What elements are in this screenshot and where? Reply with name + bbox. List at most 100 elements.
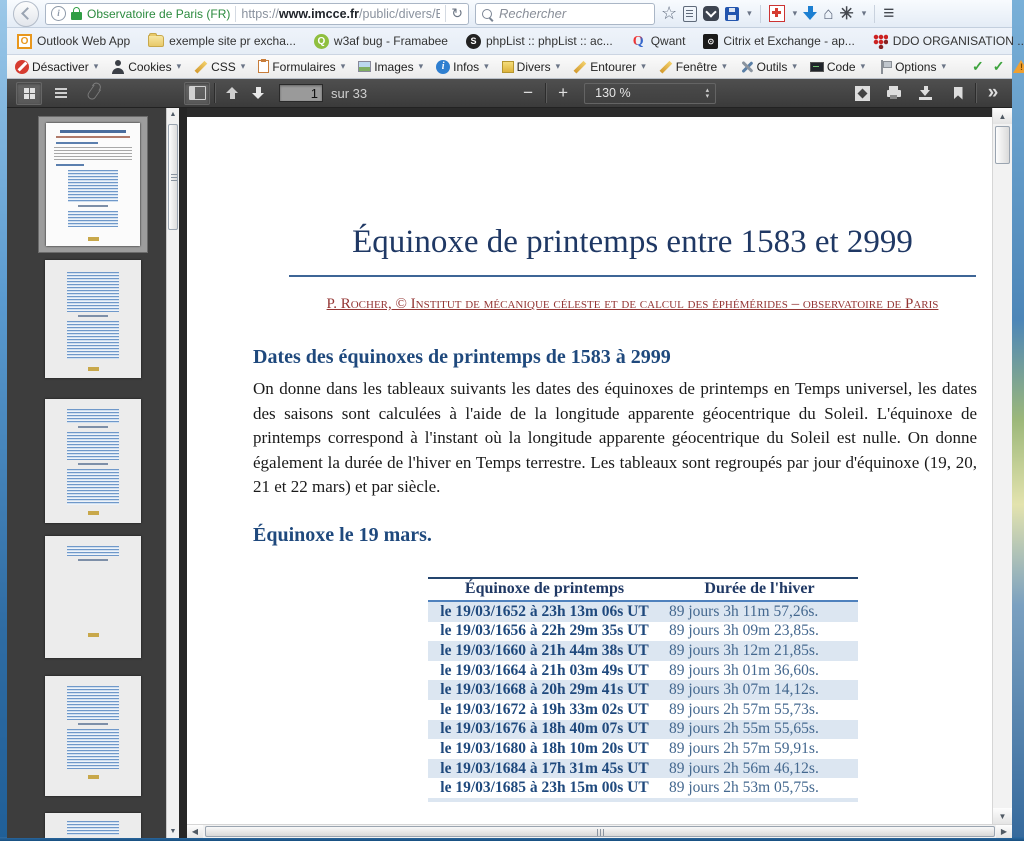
thumbnail-page-4[interactable] bbox=[45, 536, 141, 658]
bookmark-button[interactable] bbox=[945, 82, 971, 105]
pocket-button[interactable] bbox=[703, 2, 719, 26]
thumbnails-grid-icon bbox=[24, 88, 35, 99]
bookmarks-toolbar: OOutlook Web App exemple site pr excha..… bbox=[7, 28, 1012, 55]
devbar-images[interactable]: Images▾ bbox=[358, 60, 423, 74]
chevron-down-icon: ▾ bbox=[556, 61, 561, 72]
devbar-infos[interactable]: iInfos▾ bbox=[436, 60, 489, 74]
vertical-scrollbar[interactable]: ▲ ▼ bbox=[992, 108, 1012, 824]
table-row: le 19/03/1660 à 21h 44m 38s UT89 jours 3… bbox=[428, 641, 858, 661]
page-number-input[interactable] bbox=[279, 84, 323, 102]
bookmark-phplist[interactable]: SphpList :: phpList :: ac... bbox=[466, 34, 613, 49]
devbar-css[interactable]: CSS▾ bbox=[194, 60, 245, 74]
sidebar-scrollbar-thumb[interactable] bbox=[168, 124, 178, 230]
check-icon[interactable]: ✓ bbox=[993, 58, 1005, 75]
scroll-right-arrow[interactable]: ▶ bbox=[996, 825, 1012, 838]
bookmark-ddo[interactable]: DDO ORGANISATION ... bbox=[873, 34, 1024, 49]
addon-button[interactable]: ✳ bbox=[839, 2, 853, 26]
devbar-entourer[interactable]: Entourer▾ bbox=[573, 60, 646, 74]
home-button[interactable]: ⌂ bbox=[823, 2, 833, 26]
devbar-options[interactable]: Options▾ bbox=[878, 60, 946, 74]
url-bar[interactable]: i Observatoire de Paris (FR) https://www… bbox=[45, 3, 469, 25]
document-author-link[interactable]: P. Rocher, © Institut de mécanique céles… bbox=[289, 293, 976, 316]
addon-red-cross-button[interactable] bbox=[769, 2, 785, 26]
previous-page-button[interactable] bbox=[219, 82, 245, 105]
table-row: le 19/03/1676 à 18h 40m 07s UT89 jours 2… bbox=[428, 720, 858, 740]
thumbnail-page-5[interactable] bbox=[45, 676, 141, 796]
horizontal-scrollbar-thumb[interactable] bbox=[205, 826, 995, 837]
downloads-button[interactable] bbox=[803, 2, 817, 26]
url-text[interactable]: https://www.imcce.fr/public/divers/Equin… bbox=[241, 7, 440, 21]
addon-red-cross-dropdown[interactable]: ▾ bbox=[791, 2, 798, 26]
bookmark-folder-exemple[interactable]: exemple site pr excha... bbox=[148, 34, 296, 48]
site-identity-label[interactable]: Observatoire de Paris (FR) bbox=[87, 7, 230, 21]
bookmarks-panel-button[interactable] bbox=[683, 2, 697, 26]
table-row-partial bbox=[428, 798, 858, 802]
toggle-sidebar-button[interactable] bbox=[184, 82, 210, 105]
save-page-button[interactable] bbox=[725, 2, 739, 26]
thumbnail-page-3[interactable] bbox=[45, 399, 141, 523]
scroll-up-arrow[interactable]: ▲ bbox=[167, 108, 179, 121]
search-bar[interactable] bbox=[475, 3, 655, 25]
scroll-down-arrow[interactable]: ▼ bbox=[993, 808, 1012, 824]
pdf-thumbnail-sidebar: ▲ ▼ bbox=[7, 108, 179, 838]
presentation-mode-button[interactable] bbox=[849, 82, 875, 105]
devbar-desactiver[interactable]: Désactiver▾ bbox=[15, 60, 98, 74]
zoom-select[interactable]: 130 % ▴▾ bbox=[584, 83, 716, 104]
back-button[interactable] bbox=[13, 1, 39, 27]
reload-icon[interactable]: ↻ bbox=[445, 5, 463, 22]
scroll-down-arrow[interactable]: ▼ bbox=[167, 825, 179, 838]
attachments-view-button[interactable] bbox=[80, 82, 106, 105]
bookmark-w3af[interactable]: Qw3af bug - Framabee bbox=[314, 34, 448, 49]
table-header-row: Équinoxe de printemps Durée de l'hiver bbox=[428, 577, 858, 602]
bookmark-label: phpList :: phpList :: ac... bbox=[486, 34, 613, 48]
zoom-out-button[interactable]: − bbox=[515, 82, 541, 105]
devbar-code[interactable]: Code▾ bbox=[810, 60, 865, 74]
bookmark-outlook[interactable]: OOutlook Web App bbox=[17, 34, 130, 49]
devbar-divers[interactable]: Divers▾ bbox=[502, 60, 561, 74]
menu-button[interactable]: ≡ bbox=[883, 2, 893, 26]
chevron-down-icon: ▾ bbox=[862, 8, 867, 19]
person-icon bbox=[111, 60, 125, 74]
zoom-in-button[interactable]: + bbox=[550, 82, 576, 105]
check-icon[interactable]: ✓ bbox=[972, 58, 984, 75]
devbar-cookies[interactable]: Cookies▾ bbox=[111, 60, 181, 74]
sidebar-scrollbar[interactable]: ▲ ▼ bbox=[166, 108, 179, 838]
toolbar-separator bbox=[874, 5, 875, 23]
devbar-fenetre[interactable]: Fenêtre▾ bbox=[659, 60, 727, 74]
search-input[interactable] bbox=[497, 5, 648, 22]
download-button[interactable] bbox=[913, 82, 939, 105]
plus-icon: + bbox=[558, 83, 568, 103]
save-page-dropdown[interactable]: ▾ bbox=[745, 2, 752, 26]
thumbnail-page-2[interactable] bbox=[45, 260, 141, 378]
print-button[interactable] bbox=[881, 82, 907, 105]
warning-icon[interactable] bbox=[1013, 60, 1024, 73]
thumbnail-page-1-selected[interactable] bbox=[38, 116, 148, 253]
outline-view-button[interactable] bbox=[48, 82, 74, 105]
vertical-scrollbar-thumb[interactable] bbox=[995, 126, 1010, 164]
more-tools-button[interactable]: » bbox=[980, 82, 1006, 105]
next-page-button[interactable] bbox=[245, 82, 271, 105]
document-title: Équinoxe de printemps entre 1583 et 2999 bbox=[289, 221, 976, 277]
addon-dropdown[interactable]: ▾ bbox=[860, 2, 867, 26]
pencil-icon bbox=[573, 60, 587, 74]
thumbnail-page-6[interactable] bbox=[45, 813, 141, 838]
devbar-outils[interactable]: Outils▾ bbox=[740, 60, 797, 74]
horizontal-scrollbar[interactable]: ◀ ▶ bbox=[187, 824, 1012, 838]
page-info-icon[interactable]: i bbox=[51, 6, 66, 21]
bookmark-label: Citrix et Exchange - ap... bbox=[723, 34, 854, 48]
scroll-up-arrow[interactable]: ▲ bbox=[993, 108, 1012, 124]
info-icon: i bbox=[436, 60, 450, 74]
ssl-lock-icon[interactable] bbox=[71, 12, 82, 20]
scroll-left-arrow[interactable]: ◀ bbox=[187, 825, 203, 838]
bookmark-citrix[interactable]: ⊙ Citrix et Exchange - ap... bbox=[703, 34, 854, 49]
devbar-formulaires[interactable]: Formulaires▾ bbox=[258, 60, 345, 74]
pen-icon bbox=[194, 60, 208, 74]
bookmark-qwant[interactable]: QQwant bbox=[631, 34, 686, 49]
page-count-label: sur 33 bbox=[331, 86, 367, 101]
citrix-icon: ⊙ bbox=[703, 34, 718, 49]
bookmark-star-button[interactable]: ☆ bbox=[661, 2, 677, 26]
arrow-up-icon bbox=[225, 86, 239, 100]
qwant-icon: Q bbox=[631, 34, 646, 49]
thumbnails-view-button[interactable] bbox=[16, 82, 42, 105]
sidebar-resizer[interactable] bbox=[179, 108, 187, 838]
